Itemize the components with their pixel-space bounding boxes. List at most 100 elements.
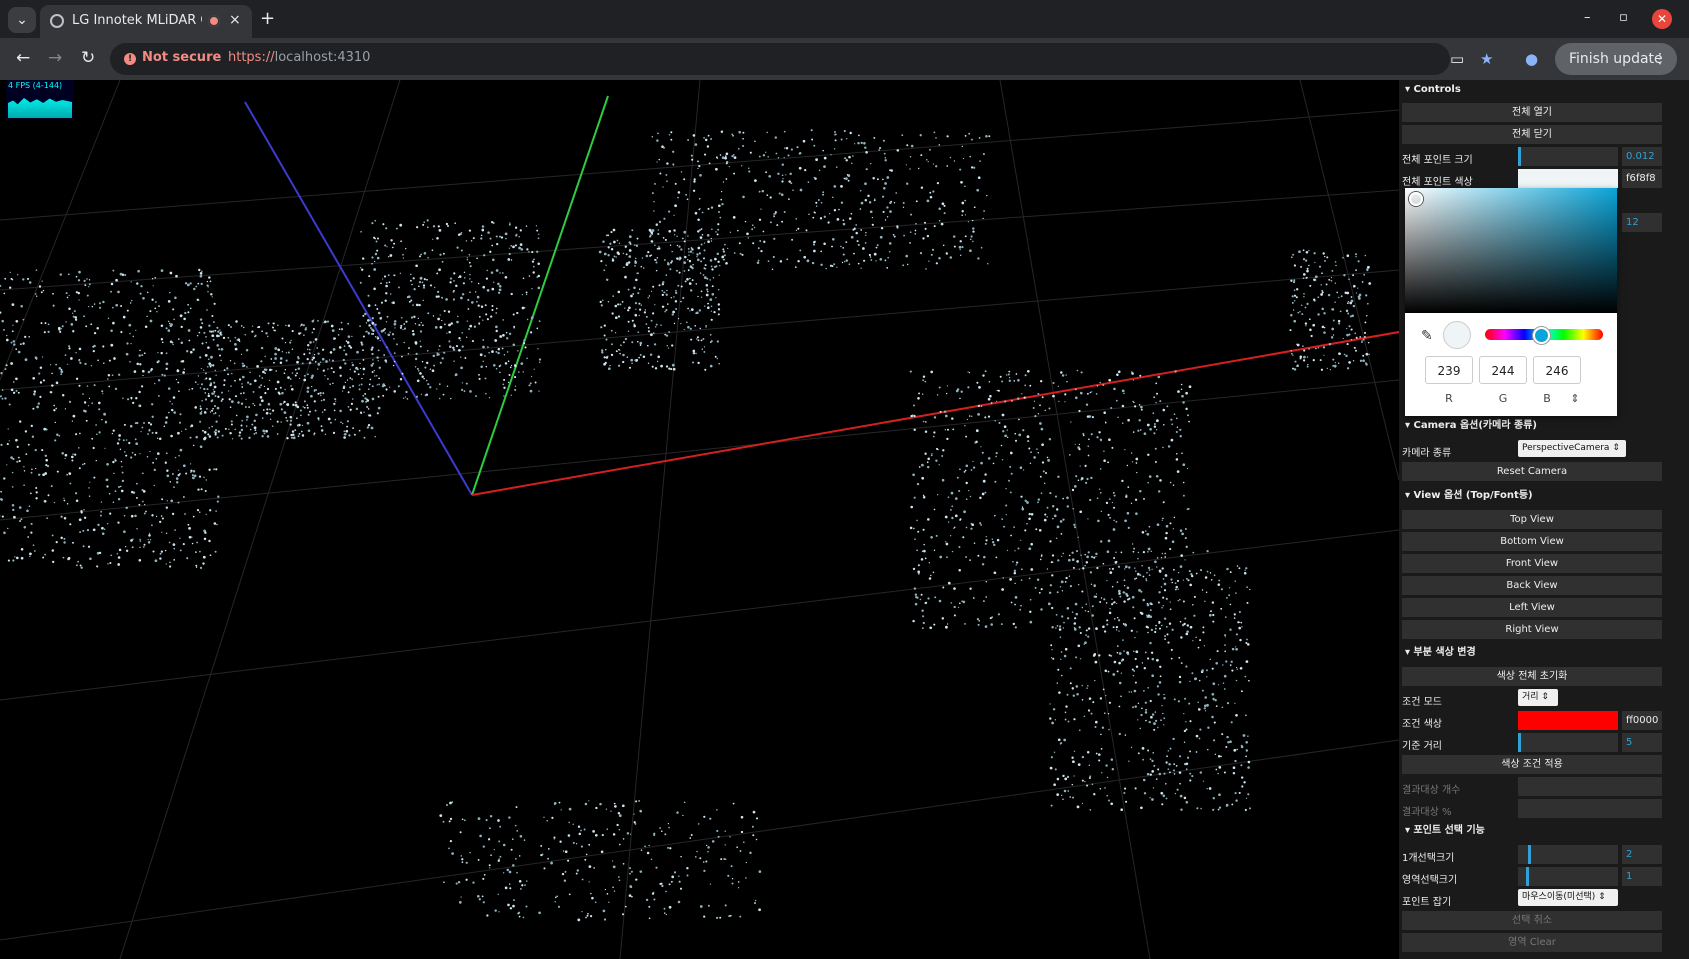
front-view-button[interactable]: Front View [1402,554,1662,573]
camera-header[interactable]: ▾ Camera 옵션(카메라 종류) [1399,416,1661,436]
cloud-point [1164,536,1168,540]
reload-icon[interactable]: ↻ [81,48,95,68]
point-cloud-viewport[interactable] [0,80,1399,959]
cloud-point [1137,752,1140,755]
cloud-point [400,240,402,243]
condition-color-swatch[interactable] [1518,711,1618,730]
not-secure-label[interactable]: Not secure [142,50,221,65]
cloud-point [670,131,673,134]
cloud-point [97,523,100,527]
cloud-point [171,403,173,405]
reset-colors-button[interactable]: 색상 전체 초기화 [1402,667,1662,686]
bookmark-star-icon[interactable]: ★ [1480,50,1493,68]
point-color-value[interactable]: f6f8f8 [1622,169,1662,188]
pick-mode-select[interactable]: 마우스이동(미선택) ⇕ [1518,889,1618,906]
single-size-slider[interactable] [1518,845,1618,864]
back-view-button[interactable]: Back View [1402,576,1662,595]
cloud-point [234,336,237,339]
cloud-point [358,429,361,432]
saturation-value-area[interactable] [1405,188,1617,313]
eyedropper-icon[interactable]: ✎ [1421,328,1433,344]
right-view-button[interactable]: Right View [1402,620,1662,639]
camera-icon[interactable]: ▭ [1450,50,1464,68]
reset-camera-button[interactable]: Reset Camera [1402,462,1662,481]
sv-cursor[interactable] [1409,192,1423,206]
point-color-swatch[interactable] [1518,169,1618,188]
url-text[interactable]: https://localhost:4310 [228,50,370,65]
new-tab-button[interactable]: + [260,8,275,29]
cloud-point [1111,598,1113,600]
restore-icon[interactable]: ▫ [1619,10,1628,25]
forward-icon[interactable]: → [48,48,62,68]
area-size-value[interactable]: 1 [1622,867,1662,886]
cloud-point [279,386,282,389]
bottom-view-button[interactable]: Bottom View [1402,532,1662,551]
left-view-button[interactable]: Left View [1402,598,1662,617]
hidden-value[interactable]: 12 [1622,213,1662,232]
tab-close-icon[interactable]: × [229,12,241,28]
apply-color-button[interactable]: 색상 조건 적용 [1402,755,1662,774]
point-cloud-canvas[interactable] [0,80,1399,959]
cloud-point [377,406,381,410]
point-size-slider[interactable] [1518,147,1618,166]
cloud-point [902,264,905,267]
single-size-value[interactable]: 2 [1622,845,1662,864]
cloud-point [820,250,823,253]
cloud-point [1124,568,1126,570]
cloud-point [1081,684,1083,687]
red-input[interactable]: 239 [1425,356,1473,384]
controls-header[interactable]: ▾ Controls [1399,80,1661,100]
address-bar[interactable]: ! Not secure https://localhost:4310 [110,43,1450,75]
cloud-point [647,326,650,329]
cloud-point [1175,417,1178,420]
profile-icon[interactable]: ● [1525,50,1538,68]
cloud-point [164,461,167,464]
green-input[interactable]: 244 [1479,356,1527,384]
cloud-point [1148,525,1151,528]
cloud-point [1080,478,1083,481]
cloud-point [393,322,397,326]
cloud-point [120,485,122,488]
area-clear-button[interactable]: 영역 Clear [1402,933,1662,952]
close-all-button[interactable]: 전체 닫기 [1402,125,1662,144]
hue-knob[interactable] [1533,327,1550,344]
color-picker[interactable]: ✎ 239 244 246 R G B ⇕ [1405,188,1617,416]
blue-input[interactable]: 246 [1533,356,1581,384]
cloud-point [540,844,543,847]
partial-color-header[interactable]: ▾ 부분 색상 변경 [1399,643,1661,663]
cloud-point [961,214,963,216]
condition-color-value[interactable]: ff0000 [1622,711,1662,730]
cloud-point [254,429,257,431]
cancel-selection-button[interactable]: 선택 취소 [1402,911,1662,930]
cloud-point [1354,253,1358,256]
cloud-point [184,513,186,515]
finish-update-button[interactable]: Finish update ⋮ [1555,43,1677,75]
point-size-value[interactable]: 0.012 [1622,147,1662,166]
point-select-header[interactable]: ▾ 포인트 선택 기능 [1399,821,1661,841]
area-size-slider[interactable] [1518,867,1618,886]
cloud-point [1366,269,1369,272]
cloud-point [702,337,705,341]
condition-mode-select[interactable]: 거리 ⇕ [1518,689,1558,706]
camera-type-select[interactable]: PerspectiveCamera ⇕ [1518,440,1626,457]
cloud-point [521,306,525,310]
tab-search-icon[interactable]: ⌄ [8,7,36,33]
view-header[interactable]: ▾ View 옵션 (Top/Font등) [1399,486,1661,506]
hue-slider[interactable] [1485,327,1603,344]
format-toggle-icon[interactable]: ⇕ [1565,392,1585,405]
cloud-point [1151,657,1155,661]
distance-slider[interactable] [1518,733,1618,752]
minimize-icon[interactable]: – [1584,10,1591,25]
menu-icon[interactable]: ⋮ [1653,43,1667,75]
cloud-point [35,491,38,494]
cloud-point [913,496,916,499]
distance-value[interactable]: 5 [1622,733,1662,752]
back-icon[interactable]: ← [16,48,30,68]
window-close-icon[interactable]: ✕ [1652,9,1672,29]
cloud-point [172,543,176,546]
top-view-button[interactable]: Top View [1402,510,1662,529]
cloud-point [1071,558,1075,562]
open-all-button[interactable]: 전체 열기 [1402,103,1662,122]
browser-tab[interactable]: LG Innotek MLiDAR C × [40,5,252,38]
cloud-point [271,326,275,329]
